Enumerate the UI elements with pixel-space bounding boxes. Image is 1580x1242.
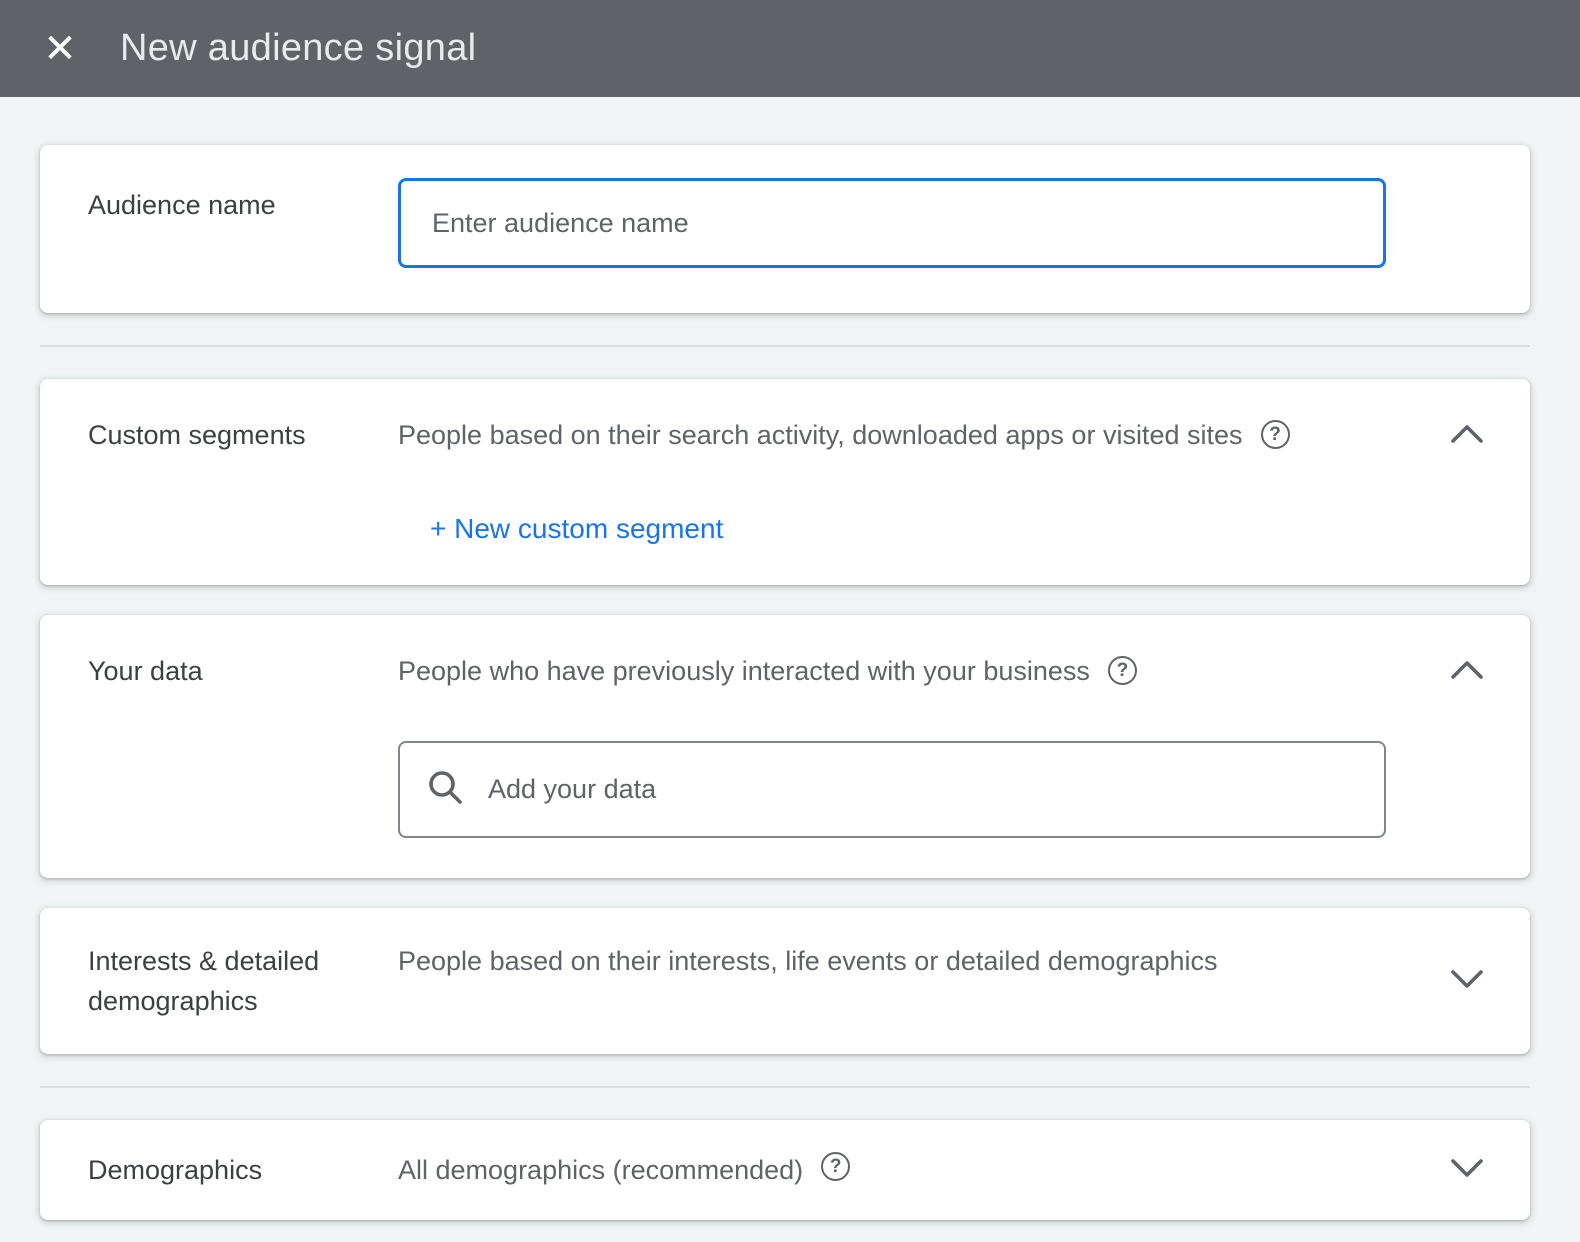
help-icon[interactable]: ? — [1261, 420, 1290, 449]
collapse-button[interactable] — [1432, 423, 1502, 450]
audience-name-card: Audience name — [40, 145, 1530, 313]
search-icon — [426, 768, 464, 811]
dialog-body: Audience name Custom segments People bas… — [0, 97, 1580, 1220]
your-data-card: Your data People who have previously int… — [40, 615, 1530, 878]
chevron-down-icon — [1449, 1157, 1485, 1184]
new-custom-segment-link[interactable]: + New custom segment — [430, 513, 723, 544]
custom-segments-label: Custom segments — [88, 415, 398, 455]
chevron-down-icon — [1449, 968, 1485, 995]
close-icon[interactable]: ✕ — [38, 29, 82, 69]
divider — [40, 345, 1530, 347]
divider — [40, 1086, 1530, 1088]
collapse-button[interactable] — [1432, 659, 1502, 686]
interests-demographics-label: Interests & detailed demographics — [88, 941, 398, 1021]
your-data-label: Your data — [88, 651, 398, 691]
demographics-label: Demographics — [88, 1150, 398, 1190]
audience-name-label: Audience name — [88, 185, 398, 225]
demographics-card[interactable]: Demographics All demographics (recommend… — [40, 1120, 1530, 1220]
your-data-search-input[interactable] — [486, 773, 1358, 806]
expand-button[interactable] — [1432, 968, 1502, 995]
custom-segments-card: Custom segments People based on their se… — [40, 379, 1530, 585]
your-data-description: People who have previously interacted wi… — [398, 651, 1090, 691]
expand-button[interactable] — [1432, 1157, 1502, 1184]
chevron-up-icon — [1449, 659, 1485, 686]
custom-segments-description: People based on their search activity, d… — [398, 415, 1243, 455]
dialog-header: ✕ New audience signal — [0, 0, 1580, 97]
demographics-description: All demographics (recommended) — [398, 1150, 803, 1190]
help-icon[interactable]: ? — [821, 1152, 850, 1181]
dialog-title: New audience signal — [120, 27, 476, 70]
help-icon[interactable]: ? — [1108, 656, 1137, 685]
custom-segments-header[interactable]: Custom segments People based on their se… — [88, 415, 1502, 455]
your-data-header[interactable]: Your data People who have previously int… — [88, 651, 1502, 691]
chevron-up-icon — [1449, 423, 1485, 450]
interests-demographics-description: People based on their interests, life ev… — [398, 941, 1218, 981]
your-data-search-field[interactable] — [398, 741, 1386, 838]
interests-demographics-card[interactable]: Interests & detailed demographics People… — [40, 908, 1530, 1054]
audience-name-input[interactable] — [398, 178, 1386, 268]
